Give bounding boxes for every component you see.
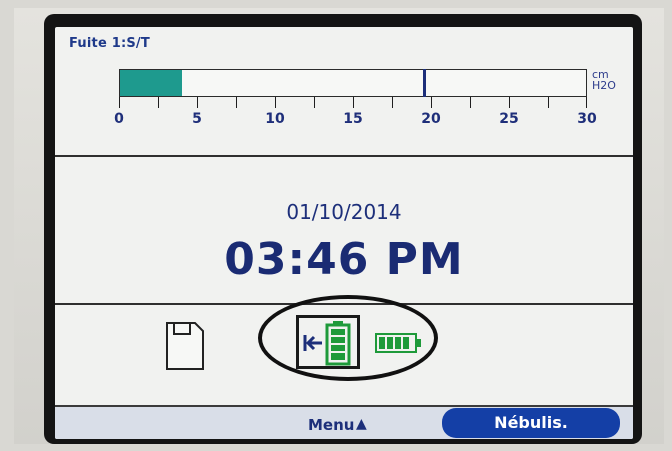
gauge-tick [314,97,315,108]
pressure-gauge-fill [120,70,183,96]
gauge-tick [353,97,354,108]
gauge-tick-label: 30 [577,111,597,127]
battery-full-icon [375,333,423,357]
gauge-tick [275,97,276,108]
gauge-tick [586,97,587,108]
gauge-tick-label: 15 [343,111,363,127]
gauge-unit-h2o: H2O [592,79,616,92]
pressure-gauge-marker [423,69,427,97]
gauge-tick [470,97,471,108]
softkey-bar: Menu ▲ Nébulis. [55,405,633,439]
nebulis-button[interactable]: Nébulis. [442,408,620,438]
gauge-tick [509,97,510,108]
date-display: 01/10/2014 [286,200,402,224]
pressure-gauge-bar [119,69,587,97]
gauge-tick [431,97,432,108]
arrow-up-icon: ▲ [356,416,367,432]
gauge-tick [392,97,393,108]
time-display: 03:46 PM [224,234,464,285]
page-title: Fuite 1:S/T [69,36,150,51]
gauge-tick [548,97,549,108]
gauge-tick [119,97,120,108]
lcd-screen: Fuite 1:S/T cm H2O 0 5 10 15 20 25 30 01/10/20… [55,27,633,439]
mains-power-status [296,315,360,369]
gauge-tick-label: 10 [265,111,285,127]
gauge-unit: cm H2O [592,69,616,91]
floppy-disk-icon[interactable] [165,321,205,375]
menu-softkey[interactable]: Menu [308,416,354,434]
gauge-tick [197,97,198,108]
plug-battery-charging-icon [303,321,351,366]
gauge-tick [236,97,237,108]
gauge-tick-label: 25 [499,111,519,127]
gauge-tick [158,97,159,108]
gauge-tick-label: 20 [421,111,441,127]
gauge-tick-label: 0 [114,111,124,127]
gauge-tick-label: 5 [192,111,202,127]
divider-top [55,155,633,157]
